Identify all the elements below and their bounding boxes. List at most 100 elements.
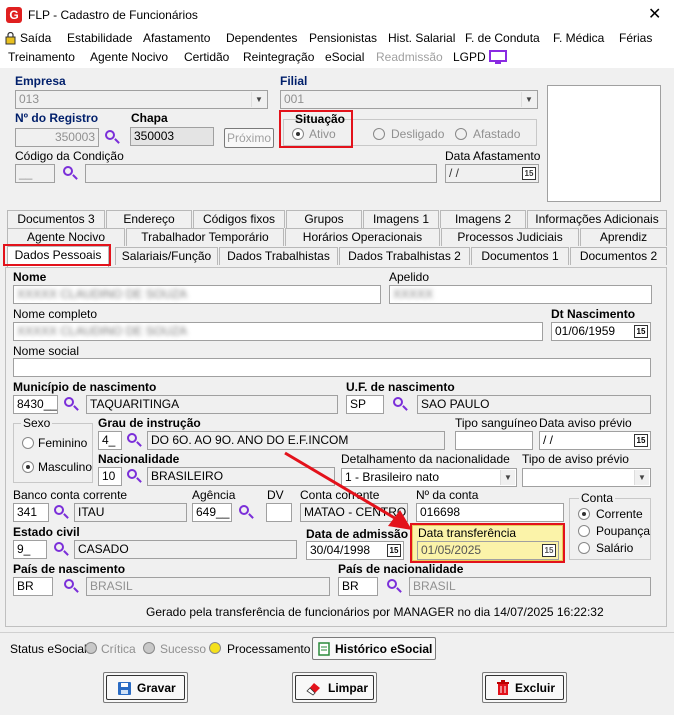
menu-afastamento[interactable]: Afastamento — [143, 31, 210, 45]
tab-endereco[interactable]: Endereço — [106, 210, 192, 228]
sexo-feminino-radio[interactable] — [22, 437, 34, 449]
calendar-icon[interactable]: 15 — [387, 544, 401, 557]
tab-dados-trabalhistas-2[interactable]: Dados Trabalhistas 2 — [339, 247, 470, 265]
conta-corrente-radio[interactable] — [578, 508, 590, 520]
tab-codigos-fixos[interactable]: Códigos fixos — [193, 210, 285, 228]
tab-aprendiz[interactable]: Aprendiz — [580, 228, 667, 246]
tab-documentos-1[interactable]: Documentos 1 — [471, 247, 569, 265]
menu-saida[interactable]: Saída — [20, 31, 51, 45]
tab-trabalhador-temporario[interactable]: Trabalhador Temporário — [126, 228, 284, 246]
nome-input[interactable]: XXXXX CLAUDINO DE SOUZA — [13, 285, 381, 304]
conta-poupanca-radio[interactable] — [578, 525, 590, 537]
menu-hist-salarial[interactable]: Hist. Salarial — [388, 31, 455, 45]
menu-dependentes[interactable]: Dependentes — [226, 31, 297, 45]
menu-esocial[interactable]: eSocial — [325, 50, 364, 64]
pais-nac-code-input[interactable]: BR — [338, 577, 378, 596]
empresa-select[interactable]: 013 ▼ — [15, 90, 268, 109]
monitor-icon[interactable] — [489, 50, 507, 65]
sexo-masculino-radio[interactable] — [22, 461, 34, 473]
search-icon[interactable] — [53, 541, 69, 557]
search-icon[interactable] — [63, 578, 79, 594]
close-icon[interactable]: ✕ — [648, 4, 661, 24]
grau-code-input[interactable]: 4_ — [98, 431, 122, 450]
apelido-input[interactable]: XXXXX — [389, 285, 652, 304]
agencia-input[interactable]: 649__ — [192, 503, 232, 522]
chevron-down-icon: ▼ — [521, 92, 536, 107]
tab-informacoes-adicionais[interactable]: Informações Adicionais — [527, 210, 667, 228]
search-icon[interactable] — [63, 396, 79, 412]
search-icon[interactable] — [238, 504, 254, 520]
chapa-label: Chapa — [131, 111, 168, 125]
municipio-code-input[interactable]: 8430__ — [13, 395, 58, 414]
document-icon — [318, 642, 330, 656]
menu-reintegracao[interactable]: Reintegração — [243, 50, 314, 64]
calendar-icon[interactable]: 15 — [634, 325, 648, 338]
search-icon[interactable] — [104, 129, 120, 145]
data-admissao-input[interactable]: 30/04/1998 15 — [306, 541, 404, 560]
tab-processos-judiciais[interactable]: Processos Judiciais — [441, 228, 579, 246]
search-icon[interactable] — [126, 468, 142, 484]
tab-imagens-1[interactable]: Imagens 1 — [363, 210, 439, 228]
tab-grupos[interactable]: Grupos — [286, 210, 362, 228]
nome-label: Nome — [13, 270, 47, 284]
chevron-down-icon: ▼ — [500, 470, 515, 485]
codigo-condicao-label: Código da Condição — [15, 149, 124, 163]
estado-civil-code-input[interactable]: 9_ — [13, 540, 47, 559]
tab-documentos-3[interactable]: Documentos 3 — [7, 210, 105, 228]
uf-code-input[interactable]: SP — [346, 395, 384, 414]
codigo-condicao-input[interactable]: __ — [15, 164, 55, 183]
sucesso-status-icon — [143, 642, 155, 654]
situacao-label: Situação — [295, 112, 346, 126]
banco-value: ITAU — [74, 503, 187, 522]
dt-nascimento-input[interactable]: 01/06/1959 15 — [551, 322, 651, 341]
registro-input[interactable]: 350003 — [15, 128, 99, 147]
title-bar: G FLP - Cadastro de Funcionários ✕ — [0, 0, 674, 30]
chapa-input[interactable]: 350003 — [130, 127, 214, 146]
data-aviso-input[interactable]: / /15 — [539, 431, 651, 450]
data-transferencia-input[interactable]: 01/05/2025 15 — [417, 541, 559, 560]
search-icon[interactable] — [386, 578, 402, 594]
conta-salario-radio[interactable] — [578, 542, 590, 554]
menu-estabilidade[interactable]: Estabilidade — [67, 31, 132, 45]
menu-certidao[interactable]: Certidão — [184, 50, 229, 64]
calendar-icon[interactable]: 15 — [634, 434, 648, 447]
tipo-aviso-select[interactable]: ▼ — [522, 468, 651, 487]
pais-nasc-label: País de nascimento — [13, 562, 126, 576]
tab-documentos-2[interactable]: Documentos 2 — [570, 247, 667, 265]
menu-f-medica[interactable]: F. Médica — [553, 31, 604, 45]
nome-social-input[interactable] — [13, 358, 651, 377]
tab-salariais-funcao[interactable]: Salariais/Função — [115, 247, 218, 265]
excluir-button[interactable]: Excluir — [482, 672, 567, 703]
menu-agente-nocivo[interactable]: Agente Nocivo — [90, 50, 168, 64]
search-icon[interactable] — [392, 396, 408, 412]
calendar-icon[interactable]: 15 — [522, 167, 536, 180]
data-aviso-label: Data aviso prévio — [539, 416, 632, 430]
nome-completo-input[interactable]: XXXXX CLAUDINO DE SOUZA — [13, 322, 543, 341]
search-icon[interactable] — [126, 432, 142, 448]
menu-lgpd[interactable]: LGPD — [453, 50, 486, 64]
registro-label: Nº do Registro — [15, 111, 99, 125]
tab-imagens-2[interactable]: Imagens 2 — [440, 210, 526, 228]
menu-f-conduta[interactable]: F. de Conduta — [465, 31, 540, 45]
filial-select[interactable]: 001 ▼ — [280, 90, 538, 109]
search-icon[interactable] — [62, 165, 78, 181]
banco-code-input[interactable]: 341 — [13, 503, 49, 522]
search-icon[interactable] — [53, 504, 69, 520]
tab-dados-trabalhistas[interactable]: Dados Trabalhistas — [219, 247, 338, 265]
uf-value: SAO PAULO — [417, 395, 651, 414]
menu-pensionistas[interactable]: Pensionistas — [309, 31, 377, 45]
limpar-button[interactable]: Limpar — [292, 672, 377, 703]
tipo-aviso-label: Tipo de aviso prévio — [522, 452, 629, 466]
menu-treinamento[interactable]: Treinamento — [8, 50, 75, 64]
lock-icon — [5, 32, 16, 45]
historico-esocial-button[interactable]: Histórico eSocial — [312, 637, 436, 660]
tipo-sanguineo-input[interactable] — [455, 431, 533, 450]
pais-nasc-code-input[interactable]: BR — [13, 577, 53, 596]
n-conta-input[interactable]: 016698 — [416, 503, 564, 522]
calendar-icon[interactable]: 15 — [542, 544, 556, 557]
tab-horarios-operacionais[interactable]: Horários Operacionais — [285, 228, 440, 246]
gravar-button[interactable]: Gravar — [103, 672, 188, 703]
menu-ferias[interactable]: Férias — [619, 31, 652, 45]
nacionalidade-code-input[interactable]: 10 — [98, 467, 122, 486]
data-afastamento-input[interactable]: / /15 — [445, 164, 539, 183]
